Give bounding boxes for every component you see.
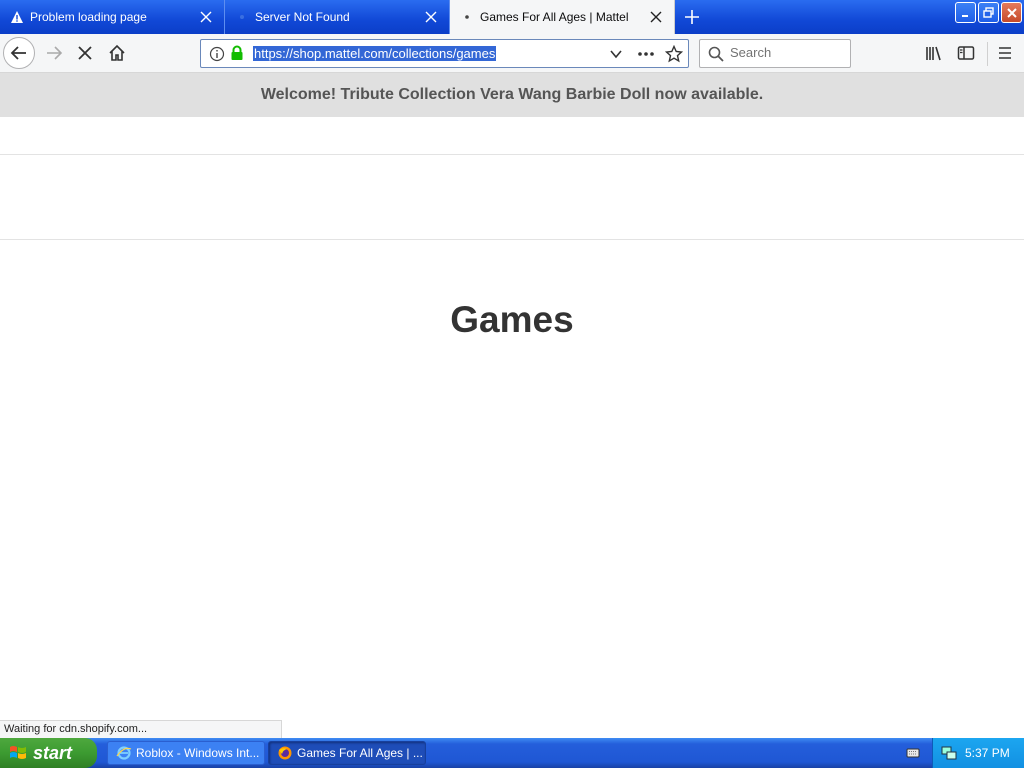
start-label: start [33,742,73,763]
info-icon[interactable] [209,46,225,62]
page-content: Welcome! Tribute Collection Vera Wang Ba… [0,73,1024,738]
keyboard-icon[interactable] [906,746,920,760]
tab-strip: Problem loading page Server Not Found Ga… [0,0,1024,34]
restore-button[interactable] [978,2,999,23]
tab-server-not-found[interactable]: Server Not Found [225,0,450,34]
divider [0,239,1024,240]
close-tab-icon[interactable] [421,7,441,27]
back-arrow-icon [10,46,26,60]
bookmark-star-icon[interactable] [665,45,683,63]
nav-toolbar: https://shop.mattel.com/collections/game… [0,34,1024,73]
library-button[interactable] [918,37,950,69]
announcement-bar[interactable]: Welcome! Tribute Collection Vera Wang Ba… [0,73,1024,117]
loading-icon [460,10,474,24]
tab-label: Server Not Found [255,10,350,24]
search-input[interactable] [730,45,840,60]
divider [0,154,1024,155]
internet-explorer-icon [116,746,132,760]
plus-icon [685,10,699,24]
chevron-down-icon[interactable] [609,48,623,60]
network-icon[interactable] [941,745,957,761]
firefox-icon [278,746,292,760]
lock-icon[interactable] [230,45,244,61]
taskbar-item-firefox[interactable]: Games For All Ages | ... [268,741,426,765]
close-tab-icon[interactable] [196,7,216,27]
forward-button[interactable] [38,37,70,69]
tab-label: Problem loading page [30,10,147,24]
tab-problem-loading[interactable]: Problem loading page [0,0,225,34]
more-actions-icon[interactable] [637,51,655,57]
start-button[interactable]: start [0,738,97,768]
taskbar-item-label: Games For All Ages | ... [297,746,423,760]
status-bar: Waiting for cdn.shopify.com... [0,720,282,738]
taskbar-item-roblox-ie[interactable]: Roblox - Windows Int... [107,741,265,765]
close-icon [1006,7,1017,18]
sidebar-button[interactable] [950,37,982,69]
sidebar-icon [957,46,975,60]
library-icon [926,46,941,61]
home-icon [109,44,125,61]
stop-x-icon [78,46,92,60]
page-title: Games [450,299,574,340]
tab-games-mattel[interactable]: Games For All Ages | Mattel [450,0,675,34]
new-tab-button[interactable] [675,0,709,34]
blank-page-icon [235,10,249,24]
taskbar: start Roblox - Windows Int... Games For … [0,738,1024,768]
tab-label: Games For All Ages | Mattel [480,10,629,24]
url-bar[interactable]: https://shop.mattel.com/collections/game… [200,39,689,68]
minimize-button[interactable] [955,2,976,23]
window-controls [955,2,1022,23]
clock[interactable]: 5:37 PM [965,746,1010,760]
warning-icon [10,10,24,24]
home-button[interactable] [101,37,133,69]
close-window-button[interactable] [1001,2,1022,23]
search-bar[interactable] [699,39,851,68]
hamburger-menu-icon [999,47,1011,59]
stop-button[interactable] [69,37,101,69]
toolbar-divider [987,42,988,66]
search-icon [708,46,724,62]
restore-icon [982,6,994,18]
system-tray: 5:37 PM [932,738,1024,768]
url-text[interactable]: https://shop.mattel.com/collections/game… [253,46,497,61]
forward-arrow-icon [47,46,63,60]
close-tab-icon[interactable] [646,7,666,27]
minimize-icon [961,14,968,17]
windows-logo-icon [10,746,26,759]
menu-button[interactable] [989,37,1021,69]
back-button[interactable] [3,37,35,69]
taskbar-item-label: Roblox - Windows Int... [136,746,260,760]
